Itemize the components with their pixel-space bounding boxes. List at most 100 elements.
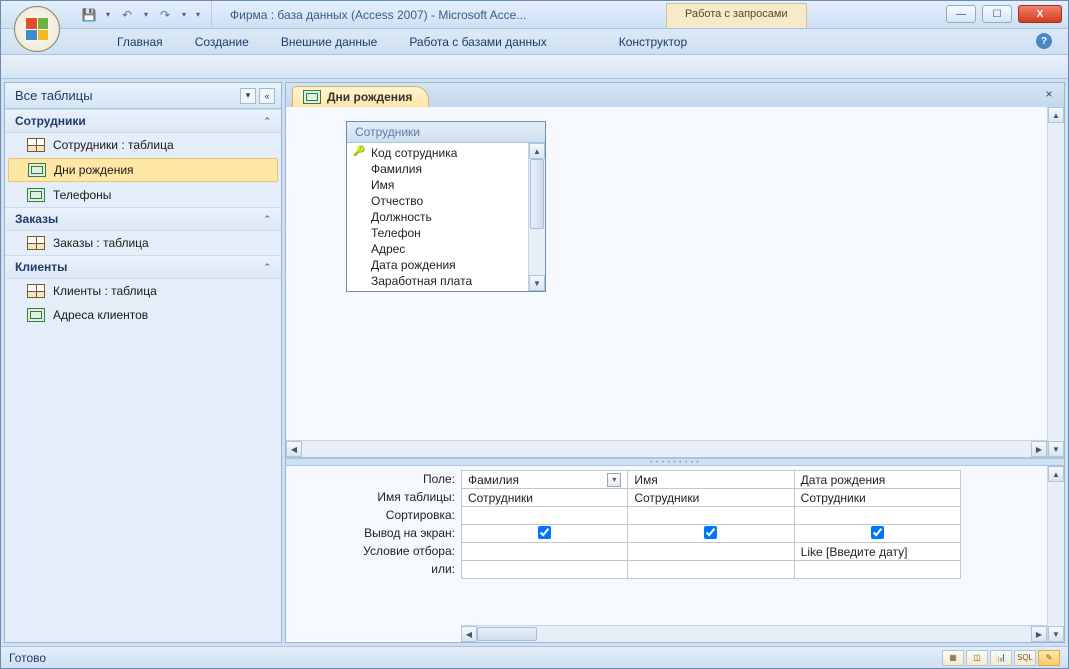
grid-cell-table[interactable]: Сотрудники: [462, 489, 628, 507]
table-icon: [27, 236, 45, 250]
qat-customize-icon[interactable]: ▾: [193, 5, 203, 25]
scroll-left-icon[interactable]: ◀: [286, 441, 302, 457]
document-area: Дни рождения × Сотрудники Код сотрудника…: [285, 82, 1065, 643]
grid-cell-sort[interactable]: [628, 507, 794, 525]
field-list-employees[interactable]: Сотрудники Код сотрудника Фамилия Имя От…: [346, 121, 546, 292]
scroll-up-icon[interactable]: ▲: [1048, 466, 1064, 482]
design-horizontal-scrollbar[interactable]: ◀ ▶: [286, 440, 1047, 457]
qat-dropdown-icon[interactable]: ▾: [103, 5, 113, 25]
grid-cell-or[interactable]: [628, 561, 794, 579]
document-tab-birthdays[interactable]: Дни рождения: [292, 86, 429, 107]
grid-cell-table[interactable]: Сотрудники: [628, 489, 794, 507]
redo-dropdown-icon[interactable]: ▾: [179, 5, 189, 25]
grid-cell-sort[interactable]: [794, 507, 960, 525]
field-item[interactable]: Должность: [347, 209, 528, 225]
grid-cell-show[interactable]: [462, 525, 628, 543]
navigation-pane: Все таблицы ▾ « Сотрудники ⌃ Сотрудники …: [4, 82, 282, 643]
table-icon: [27, 284, 45, 298]
minimize-button[interactable]: —: [946, 5, 976, 23]
field-item[interactable]: Заработная плата: [347, 273, 528, 289]
view-chart-button[interactable]: 📊: [990, 650, 1012, 666]
app-window: 💾 ▾ ↶ ▾ ↷ ▾ ▾ Фирма : база данных (Acces…: [0, 0, 1069, 669]
office-button-area: [11, 3, 96, 67]
content-area: Все таблицы ▾ « Сотрудники ⌃ Сотрудники …: [1, 79, 1068, 646]
nav-item-label: Адреса клиентов: [53, 308, 148, 322]
ribbon-tab-external[interactable]: Внешние данные: [265, 30, 394, 54]
field-list-items: Код сотрудника Фамилия Имя Отчество Долж…: [347, 143, 528, 291]
show-checkbox[interactable]: [704, 526, 717, 539]
nav-item-phones-query[interactable]: Телефоны: [5, 183, 281, 207]
nav-item-orders-table[interactable]: Заказы : таблица: [5, 231, 281, 255]
grid-cell-criteria[interactable]: [628, 543, 794, 561]
grid-cell-criteria[interactable]: Like [Введите дату]: [794, 543, 960, 561]
ribbon-tab-create[interactable]: Создание: [179, 30, 265, 54]
scroll-up-icon[interactable]: ▲: [529, 143, 545, 159]
document-close-button[interactable]: ×: [1042, 87, 1056, 101]
dropdown-icon[interactable]: ▾: [607, 473, 621, 487]
grid-horizontal-scrollbar[interactable]: ◀ ▶: [461, 625, 1047, 642]
nav-collapse-icon[interactable]: «: [259, 88, 275, 104]
design-vertical-scrollbar[interactable]: ▲ ▼: [1047, 107, 1064, 457]
scroll-thumb[interactable]: [530, 159, 544, 229]
status-text: Готово: [9, 651, 942, 665]
ribbon-tab-design[interactable]: Конструктор: [603, 30, 703, 54]
grid-cell-field[interactable]: Фамилия▾: [462, 471, 628, 489]
pane-splitter[interactable]: • • • • • • • • •: [286, 458, 1064, 466]
undo-dropdown-icon[interactable]: ▾: [141, 5, 151, 25]
nav-filter-dropdown-icon[interactable]: ▾: [240, 88, 256, 104]
field-list-scrollbar[interactable]: ▲ ▼: [528, 143, 545, 291]
view-sql-button[interactable]: SQL: [1014, 650, 1036, 666]
nav-item-birthdays-query[interactable]: Дни рождения: [8, 158, 278, 182]
grid-cell-or[interactable]: [794, 561, 960, 579]
grid-cell-sort[interactable]: [462, 507, 628, 525]
undo-icon[interactable]: ↶: [117, 5, 137, 25]
office-button[interactable]: [14, 6, 60, 52]
query-icon: [28, 163, 46, 177]
ribbon-tab-home[interactable]: Главная: [101, 30, 179, 54]
nav-group-employees[interactable]: Сотрудники ⌃: [5, 109, 281, 133]
view-buttons: ▦ ◫ 📊 SQL ✎: [942, 650, 1060, 666]
nav-group-orders[interactable]: Заказы ⌃: [5, 207, 281, 231]
table-icon: [27, 138, 45, 152]
scroll-up-icon[interactable]: ▲: [1048, 107, 1064, 123]
field-item[interactable]: Адрес: [347, 241, 528, 257]
field-item[interactable]: Дата рождения: [347, 257, 528, 273]
grid-cell-field[interactable]: Имя: [628, 471, 794, 489]
query-design-surface[interactable]: Сотрудники Код сотрудника Фамилия Имя От…: [286, 107, 1064, 458]
ribbon-tabs: Главная Создание Внешние данные Работа с…: [1, 29, 1068, 55]
close-button[interactable]: X: [1018, 5, 1062, 23]
view-pivot-button[interactable]: ◫: [966, 650, 988, 666]
scroll-thumb[interactable]: [477, 627, 537, 641]
view-design-button[interactable]: ✎: [1038, 650, 1060, 666]
field-item[interactable]: Отчество: [347, 193, 528, 209]
redo-icon[interactable]: ↷: [155, 5, 175, 25]
nav-header[interactable]: Все таблицы ▾ «: [5, 83, 281, 109]
nav-item-employees-table[interactable]: Сотрудники : таблица: [5, 133, 281, 157]
scroll-down-icon[interactable]: ▼: [529, 275, 545, 291]
scroll-down-icon[interactable]: ▼: [1048, 441, 1064, 457]
grid-cell-show[interactable]: [794, 525, 960, 543]
grid-cell-show[interactable]: [628, 525, 794, 543]
scroll-left-icon[interactable]: ◀: [461, 626, 477, 642]
field-item[interactable]: Имя: [347, 177, 528, 193]
nav-group-clients[interactable]: Клиенты ⌃: [5, 255, 281, 279]
nav-item-client-addresses-query[interactable]: Адреса клиентов: [5, 303, 281, 327]
field-item[interactable]: Телефон: [347, 225, 528, 241]
scroll-down-icon[interactable]: ▼: [1048, 626, 1064, 642]
grid-cell-or[interactable]: [462, 561, 628, 579]
grid-vertical-scrollbar[interactable]: ▲ ▼: [1047, 466, 1064, 642]
scroll-right-icon[interactable]: ▶: [1031, 441, 1047, 457]
ribbon-tab-db-tools[interactable]: Работа с базами данных: [393, 30, 562, 54]
maximize-button[interactable]: ☐: [982, 5, 1012, 23]
nav-item-clients-table[interactable]: Клиенты : таблица: [5, 279, 281, 303]
show-checkbox[interactable]: [538, 526, 551, 539]
scroll-right-icon[interactable]: ▶: [1031, 626, 1047, 642]
grid-cell-criteria[interactable]: [462, 543, 628, 561]
help-button[interactable]: ?: [1036, 33, 1052, 49]
grid-cell-table[interactable]: Сотрудники: [794, 489, 960, 507]
grid-cell-field[interactable]: Дата рождения: [794, 471, 960, 489]
show-checkbox[interactable]: [871, 526, 884, 539]
field-item[interactable]: Фамилия: [347, 161, 528, 177]
field-item[interactable]: Код сотрудника: [347, 145, 528, 161]
view-datasheet-button[interactable]: ▦: [942, 650, 964, 666]
